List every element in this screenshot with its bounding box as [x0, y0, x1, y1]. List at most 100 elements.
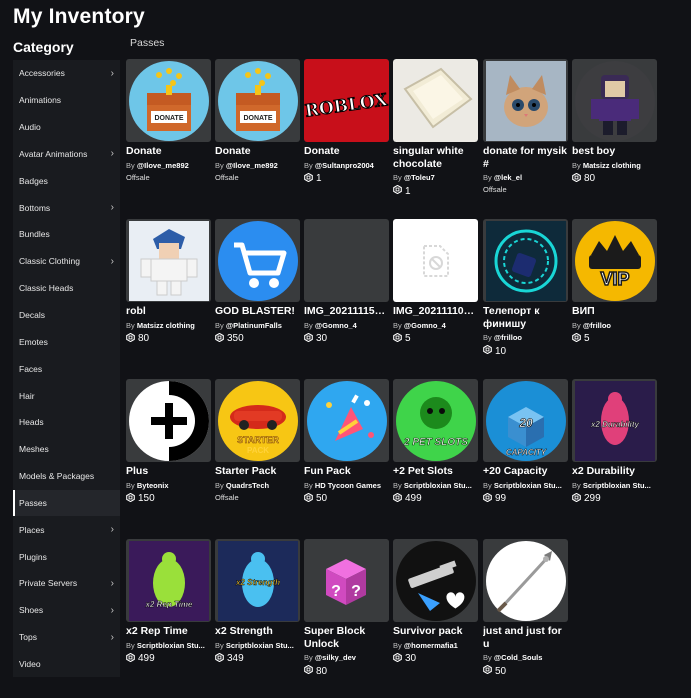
- item-name[interactable]: x2 Durability: [572, 465, 657, 478]
- item-name[interactable]: Donate: [215, 145, 300, 158]
- creator-link[interactable]: @Toleu7: [404, 173, 435, 182]
- item-name[interactable]: Donate: [304, 145, 389, 158]
- item-thumbnail[interactable]: x2 Rep Time: [126, 539, 211, 622]
- item-card[interactable]: DONATE Donate By @Ilove_me892 Offsale: [215, 59, 300, 182]
- item-card[interactable]: IMG_20211115_09 By @Gomno_4 30: [304, 219, 389, 345]
- item-card[interactable]: x2 Durability x2 Durability By Scriptbloxi…: [572, 379, 657, 505]
- creator-link[interactable]: @PlatinumFalls: [226, 321, 282, 330]
- item-name[interactable]: robl: [126, 305, 211, 318]
- creator-link[interactable]: HD Tycoon Games: [315, 481, 381, 490]
- item-name[interactable]: Survivor pack: [393, 625, 478, 638]
- sidebar-item-animations[interactable]: Animations: [13, 87, 120, 114]
- item-thumbnail[interactable]: DONATE: [126, 59, 211, 142]
- item-name[interactable]: Телепорт к финишу: [483, 305, 568, 330]
- item-card[interactable]: IMG_20211110_143 By @Gomno_4 5: [393, 219, 478, 345]
- sidebar-item-accessories[interactable]: Accessories ›: [13, 60, 120, 87]
- sidebar-item-private-servers[interactable]: Private Servers ›: [13, 570, 120, 597]
- item-name[interactable]: Super Block Unlock: [304, 625, 389, 650]
- creator-link[interactable]: Scriptbloxian Stu...: [494, 481, 562, 490]
- creator-link[interactable]: @frilloo: [494, 333, 522, 342]
- sidebar-item-plugins[interactable]: Plugins: [13, 543, 120, 570]
- creator-link[interactable]: Scriptbloxian Stu...: [226, 641, 294, 650]
- item-thumbnail[interactable]: [393, 219, 478, 302]
- sidebar-item-classic-clothing[interactable]: Classic Clothing ›: [13, 248, 120, 275]
- sidebar-item-models-packages[interactable]: Models & Packages: [13, 463, 120, 490]
- sidebar-item-hair[interactable]: Hair: [13, 382, 120, 409]
- creator-link[interactable]: @lek_el: [494, 173, 522, 182]
- item-card[interactable]: donate for mysik # By @lek_el Offsale: [483, 59, 568, 194]
- sidebar-item-video[interactable]: Video: [13, 651, 120, 678]
- item-thumbnail[interactable]: [126, 219, 211, 302]
- creator-link[interactable]: @Gomno_4: [404, 321, 446, 330]
- creator-link[interactable]: Byteonix: [137, 481, 169, 490]
- item-card[interactable]: robl By Matsizz clothing 80: [126, 219, 211, 345]
- creator-link[interactable]: Scriptbloxian Stu...: [583, 481, 651, 490]
- creator-link[interactable]: @Cold_Souls: [494, 653, 543, 662]
- item-name[interactable]: just and just for u: [483, 625, 568, 650]
- item-name[interactable]: ВИП: [572, 305, 657, 318]
- sidebar-item-faces[interactable]: Faces: [13, 355, 120, 382]
- item-name[interactable]: donate for mysik #: [483, 145, 568, 170]
- item-name[interactable]: Plus: [126, 465, 211, 478]
- sidebar-item-heads[interactable]: Heads: [13, 409, 120, 436]
- sidebar-item-avatar-animations[interactable]: Avatar Animations ›: [13, 141, 120, 168]
- sidebar-item-bundles[interactable]: Bundles: [13, 221, 120, 248]
- item-name[interactable]: IMG_20211115_09: [304, 305, 389, 318]
- creator-link[interactable]: @Ilove_me892: [226, 161, 278, 170]
- creator-link[interactable]: Matsizz clothing: [137, 321, 195, 330]
- sidebar-item-shoes[interactable]: Shoes ›: [13, 597, 120, 624]
- item-card[interactable]: GOD BLASTER! By @PlatinumFalls 350: [215, 219, 300, 345]
- sidebar-item-decals[interactable]: Decals: [13, 302, 120, 329]
- item-name[interactable]: Starter Pack: [215, 465, 300, 478]
- item-thumbnail[interactable]: [393, 59, 478, 142]
- sidebar-item-passes[interactable]: Passes: [13, 489, 120, 517]
- item-thumbnail[interactable]: 2 PET SLOTS: [393, 379, 478, 462]
- item-thumbnail[interactable]: 20 CAPACITY: [483, 379, 568, 462]
- item-name[interactable]: +2 Pet Slots: [393, 465, 478, 478]
- creator-link[interactable]: @frilloo: [583, 321, 611, 330]
- creator-link[interactable]: Scriptbloxian Stu...: [137, 641, 205, 650]
- item-thumbnail[interactable]: [304, 379, 389, 462]
- sidebar-item-badges[interactable]: Badges: [13, 167, 120, 194]
- item-thumbnail[interactable]: [304, 219, 389, 302]
- item-thumbnail[interactable]: VIP: [572, 219, 657, 302]
- sidebar-item-bottoms[interactable]: Bottoms ›: [13, 194, 120, 221]
- sidebar-item-meshes[interactable]: Meshes: [13, 436, 120, 463]
- item-card[interactable]: 20 CAPACITY +20 Capacity By Scriptbloxian …: [483, 379, 568, 505]
- item-name[interactable]: IMG_20211110_143: [393, 305, 478, 318]
- creator-link[interactable]: @Sultanpro2004: [315, 161, 374, 170]
- sidebar-item-audio[interactable]: Audio: [13, 114, 120, 141]
- sidebar-item-tops[interactable]: Tops ›: [13, 624, 120, 651]
- item-name[interactable]: GOD BLASTER!: [215, 305, 300, 318]
- sidebar-item-classic-heads[interactable]: Classic Heads: [13, 275, 120, 302]
- item-card[interactable]: x2 Strength x2 Strength By Scriptbloxian S…: [215, 539, 300, 665]
- item-thumbnail[interactable]: [126, 379, 211, 462]
- item-thumbnail[interactable]: STARTER PACK: [215, 379, 300, 462]
- item-thumbnail[interactable]: [483, 219, 568, 302]
- item-thumbnail[interactable]: [572, 59, 657, 142]
- item-card[interactable]: 2 PET SLOTS +2 Pet Slots By Scriptbloxian …: [393, 379, 478, 505]
- item-name[interactable]: x2 Rep Time: [126, 625, 211, 638]
- item-thumbnail[interactable]: [393, 539, 478, 622]
- item-thumbnail[interactable]: x2 Durability: [572, 379, 657, 462]
- item-card[interactable]: x2 Rep Time x2 Rep Time By Scriptbloxian S…: [126, 539, 211, 665]
- item-card[interactable]: STARTER PACK Starter Pack By QuadrsTech Off…: [215, 379, 300, 502]
- item-thumbnail[interactable]: ? ?: [304, 539, 389, 622]
- sidebar-item-places[interactable]: Places ›: [13, 516, 120, 543]
- item-card[interactable]: ? ? Super Block Unlock By @silky_dev 80: [304, 539, 389, 677]
- item-name[interactable]: Fun Pack: [304, 465, 389, 478]
- item-name[interactable]: x2 Strength: [215, 625, 300, 638]
- sidebar-item-emotes[interactable]: Emotes: [13, 328, 120, 355]
- item-card[interactable]: best boy By Matsizz clothing 80: [572, 59, 657, 185]
- item-card[interactable]: VIP ВИП By @frilloo 5: [572, 219, 657, 345]
- item-thumbnail[interactable]: [483, 539, 568, 622]
- item-name[interactable]: best boy: [572, 145, 657, 158]
- creator-link[interactable]: QuadrsTech: [226, 481, 269, 490]
- item-name[interactable]: Donate: [126, 145, 211, 158]
- creator-link[interactable]: Matsizz clothing: [583, 161, 641, 170]
- item-card[interactable]: singular white chocolate By @Toleu7 1: [393, 59, 478, 197]
- item-thumbnail[interactable]: DONATE: [215, 59, 300, 142]
- item-card[interactable]: just and just for u By @Cold_Souls 50: [483, 539, 568, 677]
- item-thumbnail[interactable]: x2 Strength: [215, 539, 300, 622]
- item-name[interactable]: +20 Capacity: [483, 465, 568, 478]
